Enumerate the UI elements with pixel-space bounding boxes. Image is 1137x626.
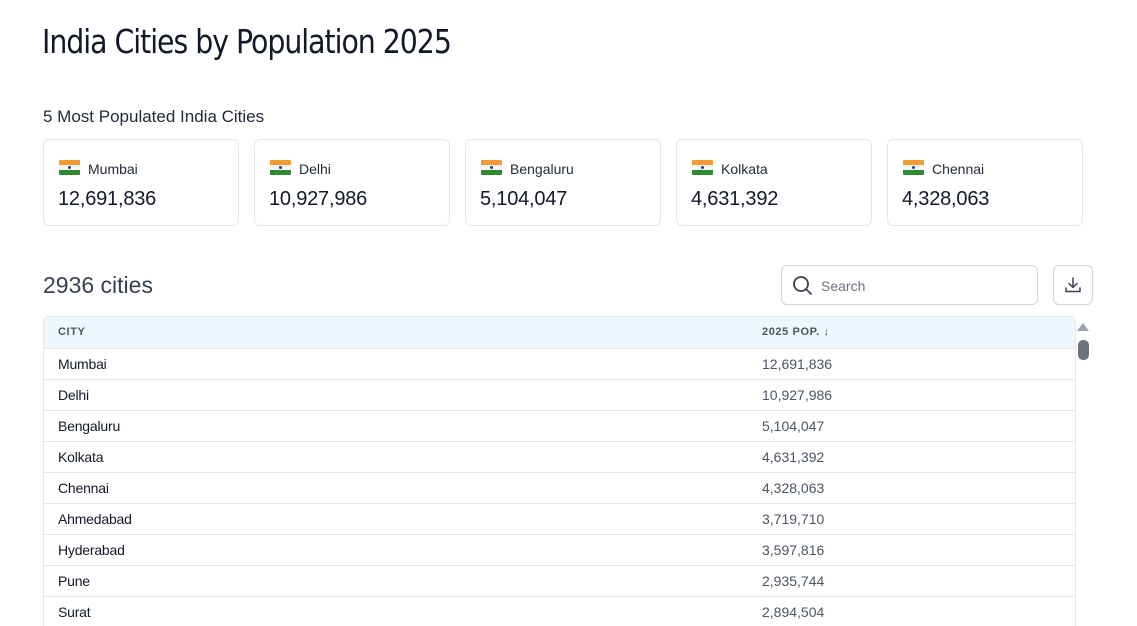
search-input[interactable]	[819, 275, 1023, 297]
cell-city: Surat	[58, 604, 91, 620]
cell-city: Ahmedabad	[58, 511, 132, 527]
city-card-population: 4,631,392	[691, 188, 779, 210]
table-row[interactable]: Chennai 4,328,063	[44, 473, 1075, 504]
city-count: 2936 cities	[43, 272, 153, 298]
city-card-population: 12,691,836	[58, 188, 157, 210]
india-flag-icon	[270, 160, 291, 175]
cell-city: Mumbai	[58, 356, 107, 372]
search-box[interactable]	[781, 265, 1038, 305]
table-row[interactable]: Surat 2,894,504	[44, 597, 1075, 626]
cell-city: Chennai	[58, 480, 109, 496]
download-button[interactable]	[1053, 265, 1093, 305]
table-row[interactable]: Delhi 10,927,986	[44, 380, 1075, 411]
city-card-population: 5,104,047	[480, 188, 568, 210]
scroll-up-arrow-icon[interactable]	[1077, 323, 1089, 331]
scrollbar-thumb[interactable]	[1078, 340, 1089, 360]
cell-population: 4,631,392	[762, 449, 825, 465]
top-cities-heading: 5 Most Populated India Cities	[43, 107, 265, 126]
table-row[interactable]: Kolkata 4,631,392	[44, 442, 1075, 473]
cell-population: 5,104,047	[762, 418, 825, 434]
table-header: CITY 2025 POP. ↓	[44, 317, 1075, 349]
cell-population: 10,927,986	[762, 387, 833, 403]
india-flag-icon	[903, 160, 924, 175]
city-card-name: Delhi	[299, 161, 331, 177]
india-flag-icon	[481, 160, 502, 175]
download-icon	[1064, 276, 1082, 299]
cell-city: Kolkata	[58, 449, 104, 465]
table-row[interactable]: Pune 2,935,744	[44, 566, 1075, 597]
column-header-city[interactable]: CITY	[58, 326, 85, 338]
cell-population: 3,719,710	[762, 511, 825, 527]
cell-city: Bengaluru	[58, 418, 121, 434]
india-flag-icon	[692, 160, 713, 175]
table-row[interactable]: Ahmedabad 3,719,710	[44, 504, 1075, 535]
city-card-name: Mumbai	[88, 161, 138, 177]
india-flag-icon	[59, 160, 80, 175]
column-header-population[interactable]: 2025 POP. ↓	[762, 326, 830, 338]
cell-population: 4,328,063	[762, 480, 825, 496]
search-icon	[792, 275, 813, 301]
city-card-name: Bengaluru	[510, 161, 574, 177]
cities-table: CITY 2025 POP. ↓ Mumbai 12,691,836 Delhi…	[43, 316, 1076, 626]
page: India Cities by Population 2025 5 Most P…	[0, 0, 1137, 626]
cell-population: 2,935,744	[762, 573, 825, 589]
cell-population: 2,894,504	[762, 604, 825, 620]
page-title: India Cities by Population 2025	[42, 22, 452, 61]
table-scrollbar[interactable]	[1075, 318, 1092, 626]
city-card-mumbai[interactable]: Mumbai 12,691,836	[43, 139, 239, 226]
cell-population: 12,691,836	[762, 356, 833, 372]
city-card-bengaluru[interactable]: Bengaluru 5,104,047	[465, 139, 661, 226]
city-card-chennai[interactable]: Chennai 4,328,063	[887, 139, 1083, 226]
city-card-population: 10,927,986	[269, 188, 368, 210]
table-row[interactable]: Hyderabad 3,597,816	[44, 535, 1075, 566]
cell-city: Delhi	[58, 387, 89, 403]
city-card-population: 4,328,063	[902, 188, 990, 210]
table-row[interactable]: Mumbai 12,691,836	[44, 349, 1075, 380]
city-card-delhi[interactable]: Delhi 10,927,986	[254, 139, 450, 226]
city-card-name: Kolkata	[721, 161, 768, 177]
top-cities-cards: Mumbai 12,691,836 Delhi 10,927,986 Benga…	[43, 139, 1083, 226]
cell-city: Hyderabad	[58, 542, 125, 558]
cell-city: Pune	[58, 573, 90, 589]
city-card-kolkata[interactable]: Kolkata 4,631,392	[676, 139, 872, 226]
city-card-name: Chennai	[932, 161, 985, 177]
cell-population: 3,597,816	[762, 542, 825, 558]
table-row[interactable]: Bengaluru 5,104,047	[44, 411, 1075, 442]
